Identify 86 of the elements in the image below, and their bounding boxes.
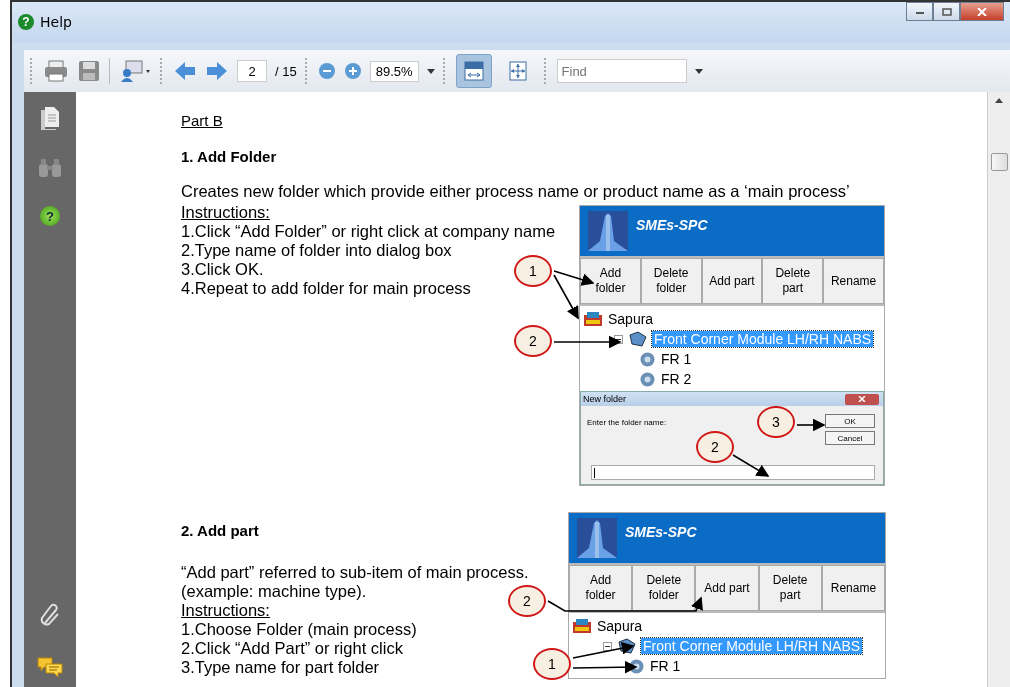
paragraph: Creates new folder which provide either process name or product name as a ‘main process’ [181,182,850,201]
app-button[interactable]: Add part [701,258,763,304]
folder-icon [628,331,648,347]
caret-icon[interactable] [694,68,703,74]
zoom-out-icon[interactable] [317,62,336,80]
close-icon [977,7,987,16]
dialog-prompt: Enter the folder name: [587,417,667,429]
tree-item[interactable]: Sapura [595,618,645,634]
paragraph: (example: machine type). [181,582,367,601]
app-button[interactable]: Rename [821,565,885,611]
dialog-title: New folder [583,394,627,404]
app-button[interactable]: Delete folder [632,565,696,611]
arrow [572,641,635,659]
computer-icon[interactable] [118,59,152,83]
page-number-field[interactable]: 2 [237,60,267,82]
fit-page-icon [506,60,529,82]
paragraph: “Add part” referred to sub-item of main process. [181,563,529,582]
app-button[interactable]: Delete part [762,258,824,304]
app-title: SMEs-SPC [636,217,708,233]
collapse-toggle[interactable] [603,641,613,651]
fit-width-button[interactable] [455,54,492,88]
folder-icon [617,638,637,654]
tree-item[interactable]: FR 1 [648,658,683,674]
arrow [796,418,826,432]
callout-number: 2 [514,325,552,357]
help-icon[interactable]: ? [40,206,60,226]
scroll-up-icon[interactable] [995,98,1003,103]
app-button[interactable]: Add folder [569,565,633,611]
callout-number: 1 [514,255,552,287]
tree-item[interactable]: FR 1 [659,351,694,367]
building-icon [573,619,591,633]
caret-icon [426,68,435,74]
paperclip-icon[interactable] [39,603,61,629]
callout-number: 1 [533,648,571,680]
arrow [572,660,638,674]
instruction-step: 1.Click “Add Folder” or right click at company name [181,222,556,241]
instruction-step: 3.Type name for part folder [181,658,380,677]
tree-item[interactable]: Sapura [606,311,656,327]
next-page-icon[interactable] [205,59,229,83]
close-button[interactable] [960,2,1004,21]
app-button[interactable]: Delete part [758,565,822,611]
chart-logo-icon [577,518,617,558]
app-button[interactable]: Add part [695,565,759,611]
fit-width-icon [462,60,485,82]
callout-number: 2 [508,585,546,617]
instruction-step: 2.Type name of folder into dialog box [181,241,452,260]
instructions-label: Instructions: [181,203,270,222]
help-icon: ? [18,14,34,30]
instruction-step: 1.Choose Folder (main process) [181,620,417,639]
gear-icon [640,351,655,367]
collapse-toggle[interactable] [614,334,624,344]
gear-icon [640,371,655,387]
instruction-step: 3.Click OK. [181,260,264,279]
app-title: SMEs-SPC [625,524,697,540]
building-icon [584,312,602,326]
close-button[interactable] [845,393,879,405]
section-heading: 1. Add Folder [181,148,278,167]
close-icon [858,396,866,402]
pages-icon[interactable] [40,106,60,130]
chart-logo-icon [588,211,628,251]
arrow [732,454,770,477]
app-button[interactable]: Rename [823,258,884,304]
zoom-in-icon[interactable] [343,62,362,80]
part-label: Part B [181,112,224,131]
arrow [553,335,622,349]
instruction-step: 2.Click “Add Part” or right click [181,639,403,658]
cancel-button[interactable]: Cancel [825,431,875,445]
section-heading: 2. Add part [181,522,260,541]
previous-page-icon[interactable] [173,59,197,83]
ok-button[interactable]: OK [825,414,875,428]
window-title: Help [40,14,72,30]
maximize-icon [941,7,952,16]
find-field[interactable]: Find [556,59,687,83]
tree-item[interactable]: FR 2 [659,371,694,387]
print-icon[interactable] [43,59,69,83]
comments-icon[interactable] [37,657,63,679]
maximize-button[interactable] [933,2,960,21]
save-icon[interactable] [77,59,101,83]
instructions-label: Instructions: [181,601,270,620]
page-count: / 15 [275,63,297,79]
app-button[interactable]: Add folder [580,258,641,304]
app-button[interactable]: Delete folder [640,258,702,304]
scroll-thumb[interactable] [990,153,1008,171]
gear-icon [629,658,644,674]
instruction-step: 4.Repeat to add folder for main process [181,279,471,298]
minimize-button[interactable] [906,2,933,21]
